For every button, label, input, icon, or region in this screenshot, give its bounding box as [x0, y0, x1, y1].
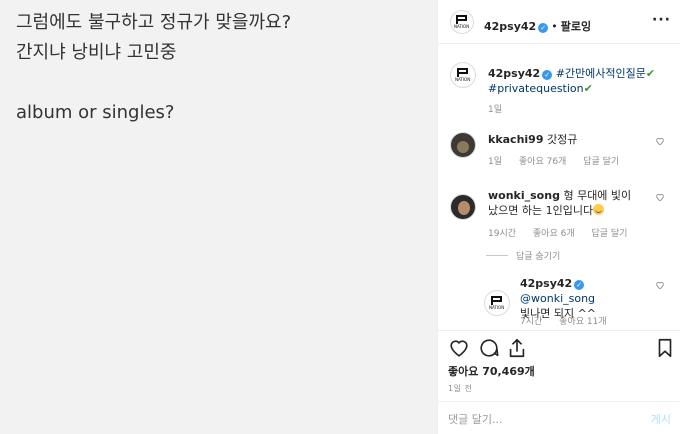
reply-button[interactable]: 답글 달기	[591, 229, 627, 239]
comment-meta: 1일 좋아요 76개 답글 달기	[488, 154, 633, 167]
avatar[interactable]: NATION	[450, 10, 474, 34]
caption-avatar[interactable]: NATION	[450, 62, 476, 88]
pnation-logo-icon: NATION	[489, 295, 505, 311]
heart-icon[interactable]	[655, 192, 665, 202]
logo-text: NATION	[454, 24, 470, 29]
comment-avatar[interactable]	[450, 132, 476, 158]
comment-likes[interactable]: 좋아요 6개	[533, 229, 575, 239]
logo-text: NATION	[455, 77, 471, 82]
post-button[interactable]: 게시	[651, 411, 671, 427]
logo-text: NATION	[489, 305, 505, 310]
bookmark-icon[interactable]	[654, 337, 676, 359]
add-comment-bar: 게시	[438, 401, 680, 434]
separator-dot: •	[551, 20, 558, 33]
heart-icon[interactable]	[655, 280, 665, 290]
reply-avatar[interactable]: NATION	[484, 290, 510, 316]
comment-input[interactable]	[448, 411, 628, 427]
caption-username[interactable]: 42psy42	[488, 67, 540, 80]
image-line-4: album or singles?	[16, 102, 175, 123]
pnation-logo-icon: NATION	[455, 67, 471, 83]
heart-icon[interactable]	[655, 136, 665, 146]
comment-time[interactable]: 19시간	[488, 229, 516, 239]
verified-icon: ✓	[542, 70, 553, 80]
reply-likes[interactable]: 좋아요 11개	[559, 317, 606, 327]
reply-username[interactable]: 42psy42	[520, 277, 572, 290]
check-emoji: ✔	[583, 82, 593, 95]
reply-button[interactable]: 답글 달기	[583, 157, 619, 167]
post-image-text: 그럼에도 불구하고 정규가 맞을까요? 간지냐 낭비냐 고민중 album or…	[16, 8, 291, 128]
reply-time[interactable]: 7시간	[520, 317, 542, 327]
reply-meta: 7시간 좋아요 11개	[520, 314, 621, 327]
like-heart-icon[interactable]	[448, 337, 470, 359]
post-image[interactable]: 그럼에도 불구하고 정규가 맞을까요? 간지냐 낭비냐 고민중 album or…	[0, 0, 437, 434]
mention-link[interactable]: @wonki_song	[520, 292, 595, 305]
comment-icon[interactable]	[478, 337, 500, 359]
comment-time[interactable]: 1일	[488, 157, 502, 167]
like-count[interactable]: 좋아요 70,469개	[448, 363, 535, 379]
comment-meta: 19시간 좋아요 6개 답글 달기	[488, 226, 641, 239]
share-icon[interactable]	[506, 337, 528, 359]
check-emoji: ✔	[645, 67, 656, 80]
comment-text: 갓정규	[546, 133, 578, 146]
pnation-logo-icon: NATION	[454, 14, 470, 30]
comment-likes[interactable]: 좋아요 76개	[519, 157, 566, 167]
action-bar: 좋아요 70,469개 1일 전 게시	[438, 330, 680, 434]
comment-username[interactable]: kkachi99	[488, 133, 543, 146]
post-time: 1일 전	[448, 384, 473, 393]
following-button[interactable]: 팔로잉	[561, 20, 591, 33]
image-line-2: 간지냐 낭비냐 고민중	[16, 42, 177, 63]
post-sidebar: NATION 42psy42 ✓ • 팔로잉 ··· NATION 42psy42 ✓ …	[437, 0, 680, 434]
verified-icon: ✓	[574, 280, 585, 290]
comment-avatar[interactable]	[450, 194, 476, 220]
divider	[486, 255, 508, 256]
hide-replies-button[interactable]: 답글 숨기기	[516, 249, 560, 262]
comments-list[interactable]: NATION 42psy42 ✓ #간만에사적인질문✔ #privatequest…	[438, 44, 680, 330]
caption-time: 1일	[488, 105, 503, 115]
verified-icon: ✓	[538, 23, 549, 33]
image-line-1: 그럼에도 불구하고 정규가 맞을까요?	[16, 12, 292, 33]
caption-meta: 1일	[488, 102, 516, 115]
header-username[interactable]: 42psy42	[484, 20, 536, 33]
post-header: NATION 42psy42 ✓ • 팔로잉 ···	[438, 0, 680, 44]
comment-username[interactable]: wonki_song	[488, 189, 560, 202]
hashtag-link[interactable]: #간만에사적인질문	[556, 67, 646, 80]
grin-emoji-icon	[593, 204, 605, 215]
more-options-icon[interactable]: ···	[652, 12, 671, 28]
image-line-3	[16, 68, 291, 98]
hashtag-link[interactable]: #privatequestion	[488, 82, 584, 95]
